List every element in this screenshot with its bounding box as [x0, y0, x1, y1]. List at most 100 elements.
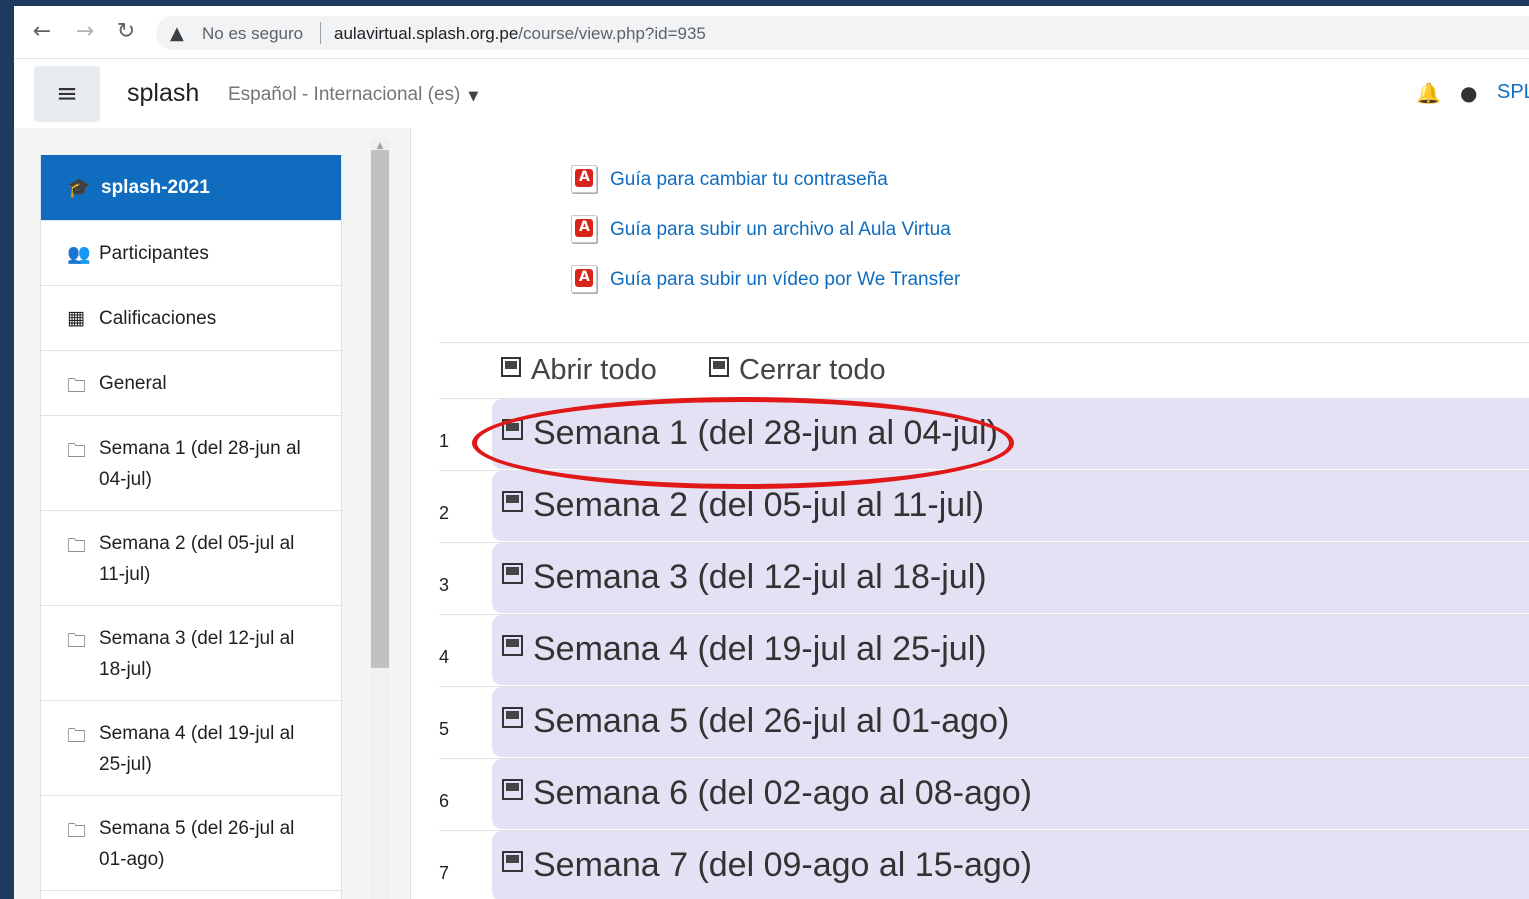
forward-arrow-icon[interactable]: → — [71, 18, 99, 46]
drawer-item-semana-3[interactable]: 🗀 Semana 3 (del 12-jul al 18-jul) — [41, 606, 341, 701]
drawer-item-semana-2[interactable]: 🗀 Semana 2 (del 05-jul al 11-jul) — [41, 511, 341, 606]
collapse-square-icon — [502, 563, 523, 584]
section-title[interactable]: Semana 4 (del 19-jul al 25-jul) — [502, 630, 987, 669]
drawer-item-label: General — [99, 373, 167, 394]
browser-toolbar: ← → ↻ ▲ No es seguro aulavirtual.splash.… — [14, 6, 1529, 58]
section-title-text: Semana 6 (del 02-ago al 08-ago) — [533, 774, 1032, 812]
close-all-button[interactable]: Cerrar todo — [709, 354, 886, 387]
url-text[interactable]: aulavirtual.splash.org.pe/course/view.ph… — [334, 24, 706, 44]
section-title[interactable]: Semana 3 (del 12-jul al 18-jul) — [502, 558, 987, 597]
folder-icon: 🗀 — [67, 630, 87, 652]
section-row: 7 Semana 7 (del 09-ago al 15-ago) — [439, 830, 1529, 899]
resource-link[interactable]: Guía para subir un vídeo por We Transfer — [610, 269, 960, 291]
open-all-button[interactable]: Abrir todo — [501, 354, 657, 387]
resource-link[interactable]: Guía para subir un archivo al Aula Virtu… — [610, 219, 951, 241]
section-number: 1 — [439, 431, 450, 451]
section-title-text: Semana 2 (del 05-jul al 11-jul) — [533, 486, 985, 524]
language-selector[interactable]: Español - Internacional (es) ▼ — [228, 84, 478, 106]
folder-icon: 🗀 — [67, 440, 87, 462]
section-title[interactable]: Semana 6 (del 02-ago al 08-ago) — [502, 774, 1032, 813]
section-number: 3 — [439, 575, 450, 595]
drawer-item-semana-5[interactable]: 🗀 Semana 5 (del 26-jul al 01-ago) — [41, 796, 341, 891]
section-number: 5 — [439, 719, 450, 739]
drawer-item-label: Participantes — [99, 243, 209, 264]
drawer-item-label: Semana 3 (del 12-jul al 18-jul) — [99, 628, 295, 680]
user-menu[interactable]: SPL — [1497, 81, 1529, 104]
url-separator — [320, 22, 321, 44]
drawer-item-label: Semana 1 (del 28-jun al 04-jul) — [99, 438, 301, 490]
pdf-icon — [571, 265, 597, 293]
drawer-item-participantes[interactable]: 👥 Participantes — [41, 221, 341, 286]
section-title[interactable]: Semana 7 (del 09-ago al 15-ago) — [502, 846, 1032, 885]
section-row: 2 Semana 2 (del 05-jul al 11-jul) — [439, 470, 1529, 542]
section-title-text: Semana 7 (del 09-ago al 15-ago) — [533, 846, 1032, 884]
page-content: 🎓 splash-2021 👥 Participantes ▦ Califica… — [14, 128, 1529, 899]
section-header[interactable]: Semana 2 (del 05-jul al 11-jul) — [492, 471, 1529, 541]
caret-down-icon: ▼ — [468, 89, 479, 104]
section-number: 7 — [439, 863, 450, 883]
section-row: 5 Semana 5 (del 26-jul al 01-ago) — [439, 686, 1529, 758]
section-header[interactable]: Semana 3 (del 12-jul al 18-jul) — [492, 543, 1529, 613]
drawer-item-label: Semana 4 (del 19-jul al 25-jul) — [99, 723, 295, 775]
collapse-square-icon — [502, 635, 523, 656]
security-warning[interactable]: No es seguro — [202, 24, 303, 44]
top-navbar: ≡ splash Español - Internacional (es) ▼ 🔔… — [14, 58, 1529, 128]
address-bar[interactable]: ▲ No es seguro aulavirtual.splash.org.pe… — [156, 16, 1529, 50]
course-content: Guía para cambiar tu contraseña Guía par… — [410, 128, 1529, 899]
users-icon: 👥 — [67, 243, 91, 265]
expand-square-icon — [501, 357, 521, 377]
section-header[interactable]: Semana 1 (del 28-jun al 04-jul) — [492, 399, 1529, 469]
menu-toggle-icon[interactable]: ≡ — [34, 66, 100, 122]
drawer-item-label: Semana 2 (del 05-jul al 11-jul) — [99, 533, 295, 585]
collapse-square-icon — [502, 779, 523, 800]
section-row: 3 Semana 3 (del 12-jul al 18-jul) — [439, 542, 1529, 614]
graduation-cap-icon: 🎓 — [67, 177, 91, 199]
collapse-square-icon — [709, 357, 729, 377]
open-all-label: Abrir todo — [531, 354, 657, 386]
url-host: aulavirtual.splash.org.pe — [334, 24, 519, 43]
section-title[interactable]: Semana 5 (del 26-jul al 01-ago) — [502, 702, 1009, 741]
section-number: 4 — [439, 647, 450, 667]
url-path: /course/view.php?id=935 — [518, 24, 706, 43]
drawer-item-semana-4[interactable]: 🗀 Semana 4 (del 19-jul al 25-jul) — [41, 701, 341, 796]
drawer-scrollbar[interactable]: ▲ — [370, 138, 390, 899]
folder-icon: 🗀 — [67, 820, 87, 842]
section-title[interactable]: Semana 1 (del 28-jun al 04-jul) — [502, 414, 998, 453]
language-label: Español - Internacional (es) — [228, 84, 461, 105]
section-header[interactable]: Semana 7 (del 09-ago al 15-ago) — [492, 831, 1529, 899]
nav-drawer: 🎓 splash-2021 👥 Participantes ▦ Califica… — [40, 155, 342, 899]
section-row: 1 Semana 1 (del 28-jun al 04-jul) — [439, 398, 1529, 470]
collapse-square-icon — [502, 851, 523, 872]
collapse-square-icon — [502, 419, 523, 440]
drawer-item-semana-1[interactable]: 🗀 Semana 1 (del 28-jun al 04-jul) — [41, 416, 341, 511]
close-all-label: Cerrar todo — [739, 354, 886, 386]
warning-triangle-icon[interactable]: ▲ — [170, 23, 184, 44]
section-header[interactable]: Semana 5 (del 26-jul al 01-ago) — [492, 687, 1529, 757]
section-divider — [439, 342, 1529, 343]
section-title-text: Semana 5 (del 26-jul al 01-ago) — [533, 702, 1010, 740]
section-title[interactable]: Semana 2 (del 05-jul al 11-jul) — [502, 486, 984, 525]
chat-bubble-icon[interactable]: ● — [1460, 81, 1477, 105]
scrollbar-thumb[interactable] — [371, 150, 389, 668]
section-number: 6 — [439, 791, 450, 811]
section-row: 4 Semana 4 (del 19-jul al 25-jul) — [439, 614, 1529, 686]
drawer-item-calificaciones[interactable]: ▦ Calificaciones — [41, 286, 341, 351]
section-header[interactable]: Semana 6 (del 02-ago al 08-ago) — [492, 759, 1529, 829]
bell-icon[interactable]: 🔔 — [1416, 81, 1441, 105]
pdf-icon — [571, 165, 597, 193]
site-brand[interactable]: splash — [127, 79, 199, 108]
section-title-text: Semana 3 (del 12-jul al 18-jul) — [533, 558, 987, 596]
drawer-item-label: splash-2021 — [101, 177, 210, 198]
section-header[interactable]: Semana 4 (del 19-jul al 25-jul) — [492, 615, 1529, 685]
section-row: 6 Semana 6 (del 02-ago al 08-ago) — [439, 758, 1529, 830]
folder-icon: 🗀 — [67, 535, 87, 557]
drawer-item-general[interactable]: 🗀 General — [41, 351, 341, 416]
collapse-square-icon — [502, 707, 523, 728]
resource-link[interactable]: Guía para cambiar tu contraseña — [610, 169, 888, 191]
back-arrow-icon[interactable]: ← — [28, 18, 56, 46]
table-icon: ▦ — [67, 307, 85, 329]
folder-icon: 🗀 — [67, 725, 87, 747]
drawer-item-course[interactable]: 🎓 splash-2021 — [41, 155, 341, 221]
reload-icon[interactable]: ↻ — [112, 18, 140, 46]
drawer-item-label: Semana 5 (del 26-jul al 01-ago) — [99, 818, 295, 870]
